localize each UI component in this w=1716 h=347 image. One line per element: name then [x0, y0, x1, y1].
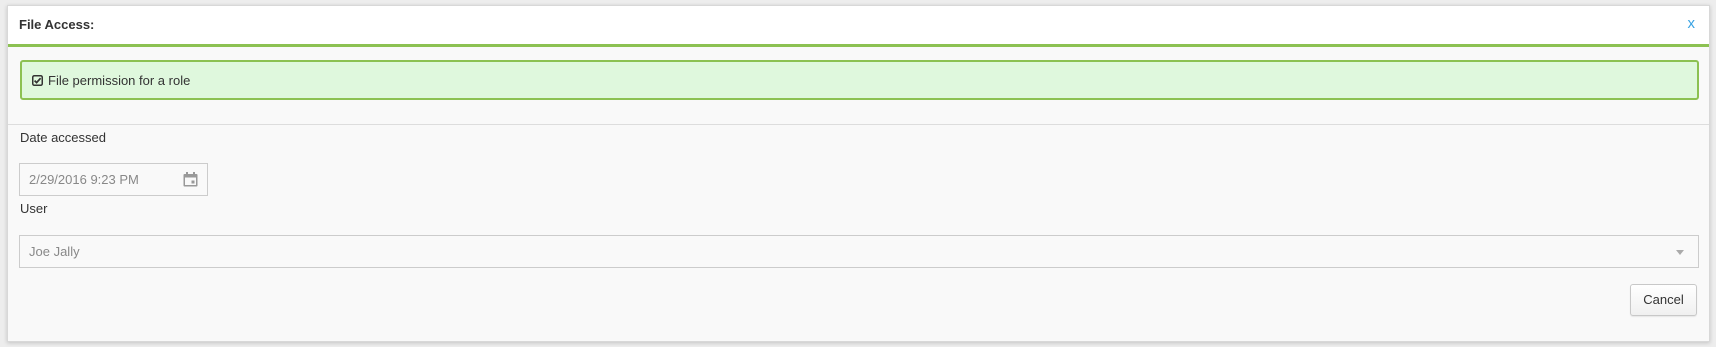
- user-select-value: Joe Jally: [29, 244, 80, 259]
- date-accessed-label: Date accessed: [20, 130, 106, 145]
- date-accessed-value: 2/29/2016 9:23 PM: [29, 172, 139, 187]
- banner-section: File permission for a role: [8, 47, 1709, 125]
- cancel-button[interactable]: Cancel: [1630, 284, 1697, 316]
- chevron-down-icon[interactable]: [1676, 250, 1684, 255]
- check-square-icon: [32, 75, 43, 86]
- close-button[interactable]: x: [1688, 16, 1696, 32]
- dialog-header: File Access: x: [8, 6, 1709, 47]
- banner-text: File permission for a role: [48, 73, 191, 88]
- user-select[interactable]: Joe Jally: [19, 235, 1699, 268]
- calendar-icon[interactable]: [183, 172, 198, 187]
- file-access-dialog: File Access: x File permission for a rol…: [7, 5, 1710, 342]
- dialog-title: File Access:: [19, 17, 95, 32]
- success-banner: File permission for a role: [20, 60, 1699, 100]
- date-accessed-field[interactable]: 2/29/2016 9:23 PM: [19, 163, 208, 196]
- user-label: User: [20, 201, 48, 216]
